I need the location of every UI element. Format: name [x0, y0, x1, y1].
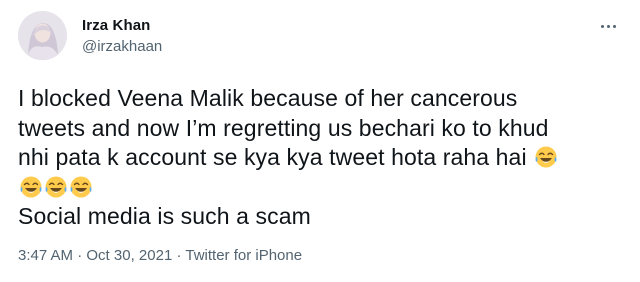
face-with-tears-of-joy-icon [69, 175, 93, 199]
emoji-line [18, 173, 628, 203]
separator: · [73, 247, 87, 264]
dot [600, 24, 604, 28]
tweet-line: tweets and now I’m regretting us bechari… [18, 114, 549, 141]
tweet-line: nhi pata k account se kya kya tweet hota… [18, 143, 628, 173]
tweet-time[interactable]: 3:47 AM [18, 247, 73, 264]
tweet-line-text: nhi pata k account se kya kya tweet hota… [18, 144, 527, 170]
tweet-source[interactable]: Twitter for iPhone [185, 247, 302, 264]
more-options-icon[interactable] [598, 22, 618, 30]
author-name[interactable]: Irza Khan [82, 17, 150, 34]
tweet-line: I blocked Veena Malik because of her can… [18, 85, 518, 111]
tweet-metadata: 3:47 AM · Oct 30, 2021 · Twitter for iPh… [18, 247, 302, 264]
separator: · [172, 247, 186, 264]
dot [606, 24, 610, 28]
tweet-line: Social media is such a scam [18, 203, 311, 229]
dot [612, 24, 616, 28]
face-with-tears-of-joy-icon [19, 175, 43, 199]
tweet-text: I blocked Veena Malik because of her can… [18, 84, 628, 232]
author-handle[interactable]: @irzakhaan [82, 38, 162, 55]
face-with-tears-of-joy-icon [44, 175, 68, 199]
tweet-date[interactable]: Oct 30, 2021 [86, 247, 172, 264]
avatar[interactable] [18, 11, 67, 60]
tweet-card: Irza Khan @irzakhaan I blocked Veena Mal… [0, 0, 640, 282]
face-with-tears-of-joy-icon [534, 145, 558, 169]
